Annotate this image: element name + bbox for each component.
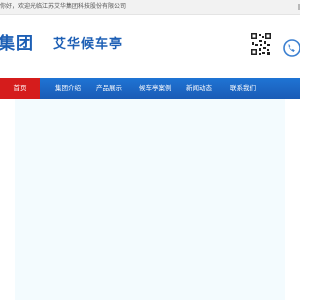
main-content	[0, 99, 300, 300]
top-bar: 你好，欢迎光临江苏艾华集团科技股份有限公司	[0, 0, 300, 15]
nav-item-home[interactable]: 首页	[0, 78, 40, 99]
topbar-edge-mark	[298, 4, 300, 10]
logo-group-text[interactable]: 集团	[0, 33, 34, 55]
site-header: 集团 艾华候车亭	[0, 15, 300, 78]
logo-brand-text[interactable]: 艾华候车亭	[53, 36, 123, 54]
phone-icon	[283, 39, 300, 57]
qr-code-icon	[250, 32, 272, 56]
content-band	[15, 99, 285, 300]
nav-item-products[interactable]: 产品展示	[96, 78, 122, 99]
main-nav: 首页 集团介绍 产品展示 候车亭案例 新闻动态 联系我们	[0, 78, 300, 99]
nav-item-cases[interactable]: 候车亭案例	[139, 78, 172, 99]
nav-item-contact[interactable]: 联系我们	[230, 78, 256, 99]
nav-item-news[interactable]: 新闻动态	[186, 78, 212, 99]
welcome-text: 你好，欢迎光临江苏艾华集团科技股份有限公司	[0, 3, 127, 10]
nav-item-group-intro[interactable]: 集团介绍	[55, 78, 81, 99]
